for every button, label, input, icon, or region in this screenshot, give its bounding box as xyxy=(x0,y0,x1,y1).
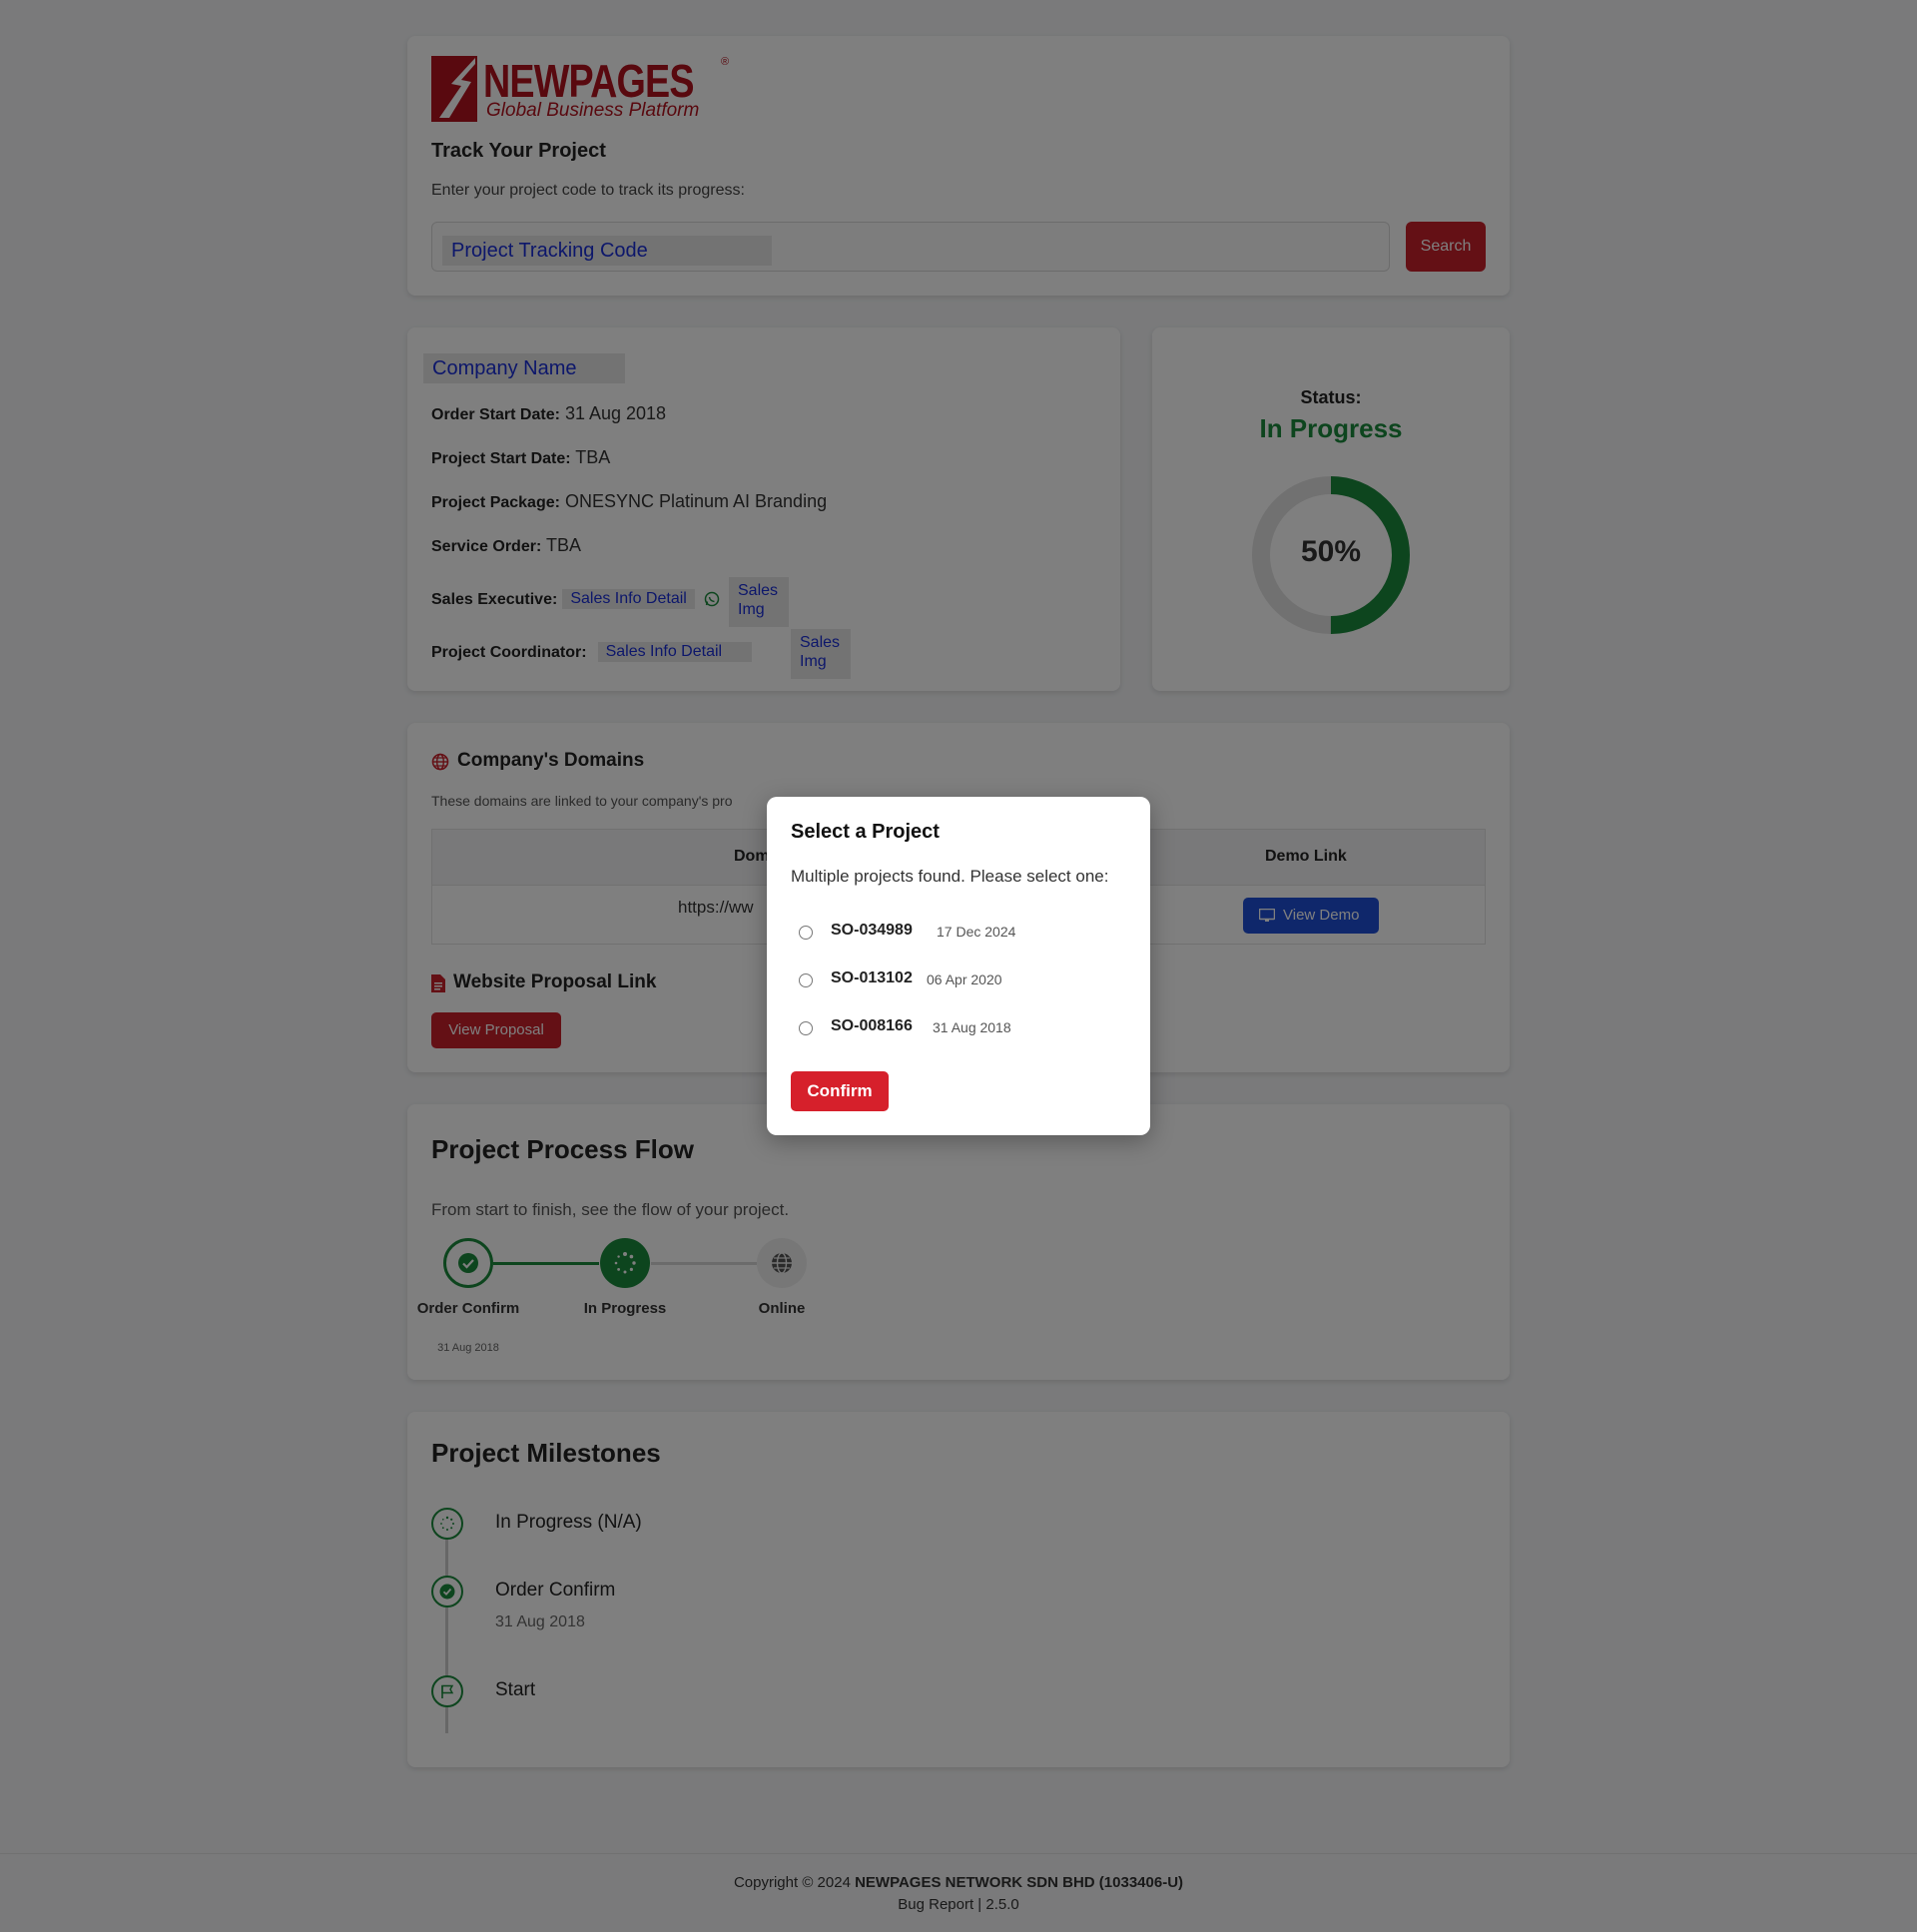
page: NEWPAGES ® Global Business Platform Trac… xyxy=(0,0,1917,1932)
project-option-radio[interactable] xyxy=(799,1021,813,1035)
project-option-date: 06 Apr 2020 xyxy=(927,971,1002,987)
modal-title: Select a Project xyxy=(791,821,940,843)
project-option-date: 31 Aug 2018 xyxy=(933,1019,1011,1035)
modal-subtitle: Multiple projects found. Please select o… xyxy=(791,867,1109,886)
project-option-date: 17 Dec 2024 xyxy=(937,924,1016,940)
project-option-radio[interactable] xyxy=(799,973,813,987)
project-option-code: SO-034989 xyxy=(831,922,913,939)
project-option-code: SO-008166 xyxy=(831,1017,913,1034)
project-option-code: SO-013102 xyxy=(831,969,913,986)
project-option-radio[interactable] xyxy=(799,926,813,940)
select-project-modal: Select a Project Multiple projects found… xyxy=(767,797,1150,1135)
confirm-button[interactable]: Confirm xyxy=(791,1071,889,1111)
